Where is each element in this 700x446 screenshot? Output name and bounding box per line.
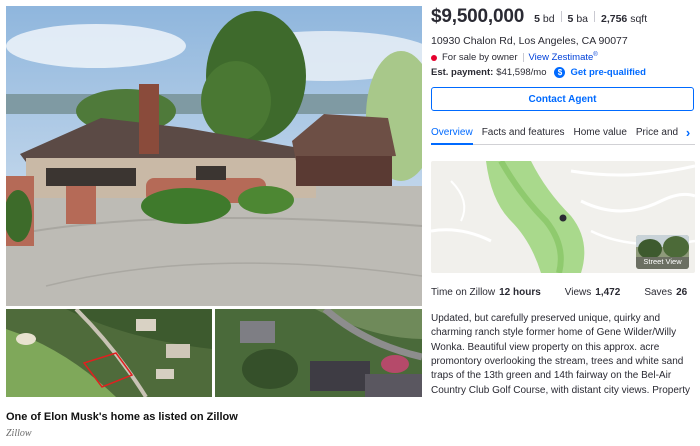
- divider: [522, 53, 524, 63]
- location-pin-icon: [559, 214, 567, 222]
- time-on-zillow-stat: Time on Zillow 12 hours: [431, 287, 541, 299]
- sqft-fact: 2,756 sqft: [601, 13, 648, 25]
- divider: [594, 11, 595, 22]
- status-dot-icon: [431, 54, 437, 61]
- aerial-photo-golf-course[interactable]: [6, 309, 212, 397]
- view-zestimate-link[interactable]: View Zestimate®: [529, 52, 598, 63]
- tab-facts-and-features[interactable]: Facts and features: [482, 121, 565, 145]
- payment-row: Est. payment: $41,598/mo $ Get pre-quali…: [431, 67, 695, 79]
- street-view-thumbnail[interactable]: Street View: [636, 235, 689, 270]
- baths-fact: 5 ba: [567, 13, 588, 25]
- chevron-right-icon[interactable]: ›: [681, 121, 695, 145]
- views-stat: Views 1,472: [564, 287, 621, 299]
- image-caption: One of Elon Musk's home as listed on Zil…: [6, 411, 238, 423]
- payment-value: $41,598/mo: [496, 67, 547, 79]
- tab-home-value[interactable]: Home value: [574, 121, 627, 145]
- price-facts-row: $9,500,000 5 bd 5 ba 2,756 sqft: [431, 6, 695, 28]
- detail-tabs: Overview Facts and features Home value P…: [431, 121, 695, 146]
- payment-label: Est. payment:: [431, 67, 494, 79]
- divider: [560, 11, 562, 22]
- listing-stats: Time on Zillow 12 hours Views 1,472 Saves 2…: [431, 287, 695, 299]
- street-view-label: Street View: [643, 257, 682, 267]
- listing-detail-panel: $9,500,000 5 bd 5 ba 2,756 sqft 10930 Ch…: [431, 6, 695, 397]
- aerial-photo-house[interactable]: [215, 309, 422, 397]
- listing-description: Updated, but carefully preserved unique,…: [431, 313, 690, 396]
- status-text: For sale by owner: [442, 52, 518, 64]
- status-row: For sale by owner View Zestimate®: [431, 52, 695, 63]
- tab-overview[interactable]: Overview: [431, 121, 473, 146]
- dollar-circle-icon: $: [554, 67, 566, 79]
- image-credit: Zillow: [6, 428, 32, 439]
- listing-price: $9,500,000: [431, 6, 525, 27]
- beds-fact: 5 bd: [534, 13, 555, 25]
- listing-address: 10930 Chalon Rd, Los Angeles, CA 90077: [431, 35, 628, 47]
- location-map[interactable]: Street View: [431, 161, 695, 274]
- saves-stat: Saves 26: [644, 287, 688, 299]
- get-pre-qualified-link[interactable]: Get pre-qualified: [570, 67, 645, 78]
- contact-agent-button[interactable]: Contact Agent: [431, 87, 694, 112]
- registered-mark: ®: [593, 52, 598, 58]
- main-house-photo[interactable]: [6, 6, 422, 306]
